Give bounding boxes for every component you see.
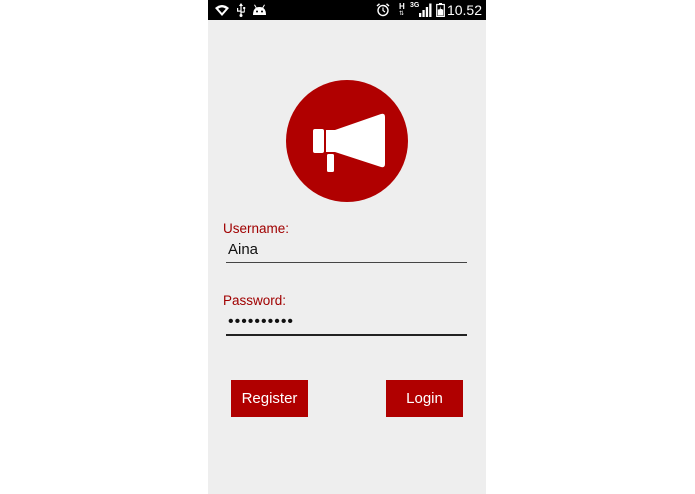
android-icon (253, 4, 266, 15)
wifi-icon (215, 5, 229, 16)
signal-icon (419, 3, 432, 17)
username-input[interactable] (226, 237, 467, 263)
3g-network-label: 3G (410, 2, 420, 9)
battery-icon (436, 3, 445, 17)
login-button[interactable]: Login (386, 380, 463, 417)
alarm-icon (376, 3, 390, 17)
register-button[interactable]: Register (231, 380, 308, 417)
password-label: Password: (223, 293, 287, 308)
phone-screen: H ⇅ 3G 10.52 Username: Aina Password: Re… (208, 0, 486, 494)
h-network-icon: H ⇅ (399, 2, 407, 18)
username-label: Username: (223, 221, 290, 236)
password-input[interactable] (226, 310, 467, 336)
status-time: 10.52 (446, 2, 482, 18)
h-network-label: H (399, 2, 405, 11)
megaphone-icon (313, 113, 385, 172)
usb-icon (237, 3, 246, 17)
status-bar: H ⇅ 3G 10.52 (208, 0, 486, 20)
h-network-arrows: ⇅ (399, 11, 405, 17)
app-logo (286, 80, 408, 202)
